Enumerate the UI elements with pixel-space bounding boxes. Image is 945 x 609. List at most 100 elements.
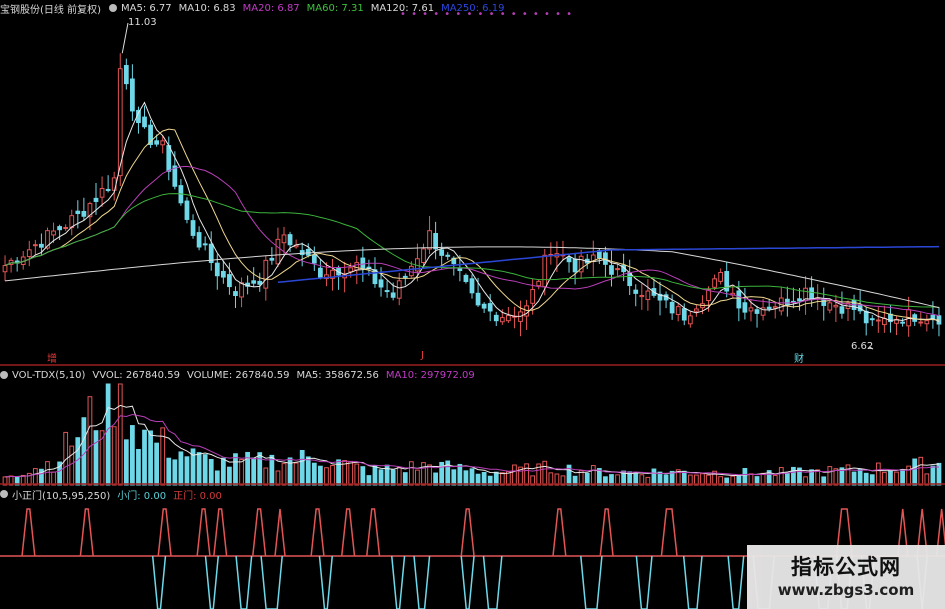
brand-url: www.zbgs3.com [777, 581, 915, 599]
volume-bar [75, 437, 81, 486]
candle-body [360, 257, 366, 269]
event-marker-finance[interactable]: 财 [794, 350, 804, 365]
volume-bar [81, 417, 87, 486]
volume-bar [148, 430, 153, 486]
candle-body [530, 289, 536, 304]
xiao-men-pulse [204, 555, 220, 609]
volume-bar [166, 457, 172, 486]
candle-body [184, 200, 190, 220]
xiao-men-pulse [318, 555, 334, 609]
candle-body [402, 275, 408, 278]
volume-bar [875, 462, 881, 486]
candle-body [251, 280, 257, 284]
volume-bar [32, 468, 38, 486]
candle-body [202, 243, 208, 246]
candle-body [609, 265, 614, 275]
candle-body [772, 306, 778, 309]
candle-body [875, 319, 881, 322]
candle-body [354, 262, 360, 271]
ma-dots: • • • • • • • • • • • • • • • • [400, 8, 574, 20]
candle-body [408, 265, 414, 277]
volume-legend-item-2: MA5: 358672.56 [296, 369, 379, 381]
candle-body [572, 258, 578, 273]
volume-legend-item-3: MA10: 297972.09 [385, 369, 475, 381]
xiao-men-pulse [151, 555, 167, 609]
candle-body [348, 267, 354, 273]
volume-bar [463, 470, 469, 486]
volume-bar [330, 464, 335, 486]
volume-bar [882, 471, 887, 486]
candle-body [26, 249, 32, 258]
ma-legend-item-3: MA60: 7.31 [306, 2, 364, 14]
volume-bar [524, 463, 529, 486]
candle-body [287, 234, 293, 246]
volume-bar [208, 458, 214, 486]
volume-bar [220, 457, 226, 486]
xiao-men-pulse [580, 555, 603, 609]
volume-bar [360, 466, 366, 486]
volume-bar [651, 468, 657, 486]
candle-body [712, 278, 717, 288]
volume-bar [415, 469, 420, 486]
zheng-men-pulse [274, 508, 286, 557]
candle-body [51, 230, 56, 236]
volume-bar [293, 462, 299, 486]
candle-body [797, 298, 802, 302]
high-price-label: 11.03 [128, 17, 157, 28]
xiao-men-pulse [727, 555, 745, 609]
volume-bar [512, 464, 517, 486]
ma-legend-item-2: MA20: 6.87 [242, 2, 300, 14]
volume-bar [390, 469, 396, 486]
candle-body [196, 232, 202, 248]
candle-body [694, 308, 699, 312]
volume-bar [451, 469, 457, 486]
candle-body [499, 317, 505, 323]
event-marker-increase[interactable]: 增 [47, 350, 57, 365]
volume-bar [251, 457, 257, 486]
volume-bar [87, 396, 93, 486]
volume-bar [142, 429, 147, 486]
volume-bar [372, 465, 378, 486]
volume-bar [657, 471, 663, 486]
candle-body [390, 292, 396, 298]
candle-body [105, 188, 111, 191]
volume-bar [457, 463, 463, 486]
candle-body [130, 78, 135, 112]
ma-legend-item-0: MA5: 6.77 [120, 2, 172, 14]
volume-bar [324, 467, 329, 486]
xiao-men-pulse [460, 555, 475, 609]
signal-legend-item-0: 小门: 0.00 [117, 490, 167, 502]
candle-body [742, 302, 748, 313]
volume-bar [154, 442, 160, 486]
zheng-men-pulse [340, 508, 356, 557]
volume-bar [421, 462, 426, 486]
candle-body [457, 268, 463, 272]
volume-bar [130, 425, 135, 486]
candle-body [57, 226, 62, 231]
volume-bar [402, 472, 408, 486]
indicator-toggle-icon[interactable] [108, 4, 117, 12]
volume-bar [311, 462, 317, 486]
candle-body [318, 267, 323, 278]
zheng-men-pulse [599, 508, 614, 557]
volume-bar [105, 383, 111, 486]
candle-body [536, 280, 542, 287]
candle-body [384, 290, 390, 293]
signal-toggle-icon[interactable] [0, 490, 8, 498]
volume-bar [123, 439, 129, 486]
volume-toggle-icon[interactable] [0, 371, 8, 379]
candle-body [75, 210, 81, 214]
candle-body [633, 289, 639, 294]
candle-body [142, 116, 147, 128]
price-panel [2, 22, 942, 350]
candle-body [736, 290, 742, 309]
candle-body [639, 294, 645, 298]
event-marker-j[interactable]: J [421, 350, 424, 361]
volume-bar [233, 453, 238, 486]
volume-bar [318, 465, 323, 486]
candle-body [160, 140, 166, 146]
signal-legend-item-1: 正门: 0.00 [173, 490, 222, 502]
zheng-men-pulse [196, 508, 211, 557]
candle-body [421, 248, 426, 263]
candle-body [645, 290, 651, 301]
